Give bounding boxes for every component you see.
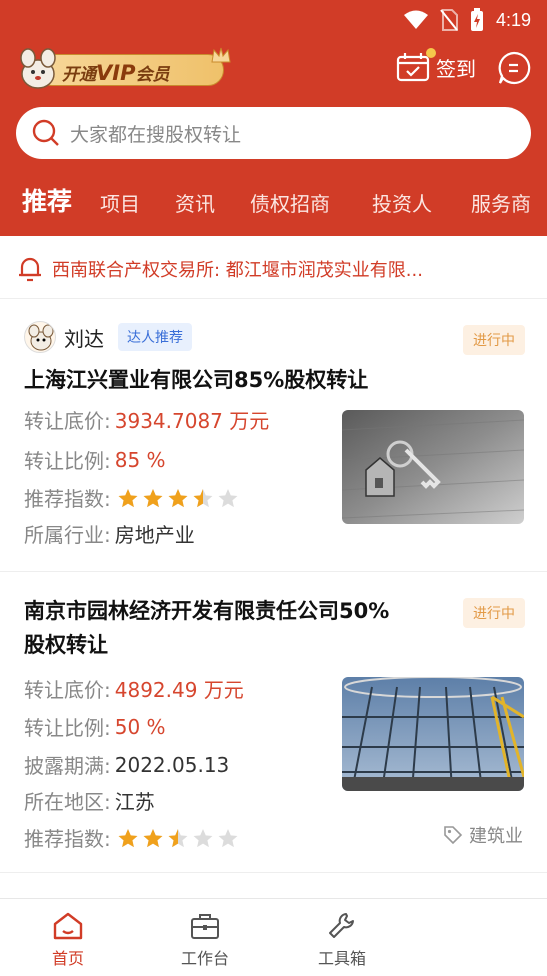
vip-prefix: 开通 — [62, 65, 96, 85]
author-name: 刘达 — [64, 326, 104, 351]
star-icon — [168, 488, 188, 507]
field-label: 所属行业: — [24, 523, 111, 547]
star-icon — [193, 828, 213, 847]
clock: 4:19 — [495, 9, 531, 30]
sign-in-label: 签到 — [436, 56, 476, 81]
wifi-icon — [403, 10, 428, 29]
field-label: 转让底价: — [24, 409, 111, 433]
listing-title-line: 南京市园林经济开发有限责任公司50% — [24, 599, 390, 623]
nav-label: 工作台 — [180, 949, 229, 968]
field-value: 4892.49 万元 — [114, 678, 244, 702]
divider — [0, 872, 547, 873]
field-value: 3934.7087 万元 — [114, 409, 270, 433]
sign-in-badge — [426, 48, 436, 58]
vip-banner[interactable]: 开通VIP会员 — [14, 46, 231, 92]
mascot-icon — [20, 48, 56, 89]
nav-home[interactable]: 首页 — [28, 911, 108, 969]
listing-thumbnail[interactable] — [342, 677, 524, 791]
field-label: 所在地区: — [24, 790, 111, 814]
author-row: 刘达 达人推荐 — [24, 321, 192, 353]
field-label: 转让底价: — [24, 678, 111, 702]
no-sim-icon — [440, 9, 458, 31]
tag-icon — [444, 826, 463, 845]
nav-workbench[interactable]: 工作台 — [165, 911, 245, 969]
avatar — [24, 321, 56, 353]
status-badge: 进行中 — [463, 598, 525, 628]
nav-label: 首页 — [51, 949, 84, 968]
notice-text: 西南联合产权交易所: 都江堰市润茂实业有限... — [52, 260, 423, 281]
search-icon — [32, 119, 59, 146]
calendar-check-icon — [396, 53, 430, 82]
field-label: 转让比例: — [24, 449, 111, 473]
star-icon — [143, 828, 163, 847]
field-label: 推荐指数: — [24, 827, 111, 851]
tab-recommend[interactable]: 推荐 — [22, 182, 72, 218]
rating-stars — [117, 828, 239, 848]
tab-debt[interactable]: 债权招商 — [250, 188, 330, 217]
field-rating: 推荐指数: — [24, 483, 239, 512]
home-icon — [53, 912, 83, 940]
tab-news[interactable]: 资讯 — [175, 188, 215, 217]
star-icon — [118, 488, 138, 507]
crown-icon — [211, 47, 231, 63]
nav-label: 工具箱 — [317, 949, 366, 968]
battery-icon — [470, 8, 483, 31]
listing-title: 上海江兴置业有限公司85%股权转让 — [24, 368, 369, 392]
field-value: 50 % — [114, 714, 166, 739]
vip-big: VIP — [96, 61, 136, 85]
field-value: 85 % — [114, 447, 166, 472]
search-placeholder: 大家都在搜股权转让 — [70, 123, 242, 146]
tab-projects[interactable]: 项目 — [100, 188, 140, 217]
vip-label: 开通VIP会员 — [62, 60, 169, 85]
notice-bar[interactable]: 西南联合产权交易所: 都江堰市润茂实业有限... — [0, 244, 547, 294]
industry-label: 建筑业 — [469, 826, 523, 847]
star-icon — [218, 488, 238, 507]
status-badge: 进行中 — [463, 325, 525, 355]
star-icon — [143, 488, 163, 507]
field-ratio: 转让比例: 85 % — [24, 445, 166, 474]
nav-toolbox[interactable]: 工具箱 — [302, 911, 382, 969]
star-icon — [218, 828, 238, 847]
industry-tag[interactable]: 建筑业 — [443, 822, 523, 848]
field-price: 转让底价: 4892.49 万元 — [24, 674, 244, 703]
briefcase-icon — [191, 914, 219, 939]
tab-service-providers[interactable]: 服务商 — [471, 188, 531, 217]
field-region: 所在地区: 江苏 — [24, 786, 155, 815]
bottom-nav: 首页 工作台 工具箱 — [0, 898, 547, 976]
field-value: 2022.05.13 — [114, 752, 230, 777]
status-bar: 4:19 — [403, 8, 531, 32]
listing-title-line: 股权转让 — [24, 633, 108, 657]
rating-stars — [117, 488, 239, 508]
star-icon — [193, 488, 213, 507]
field-ratio: 转让比例: 50 % — [24, 712, 166, 741]
field-value: 房地产业 — [114, 523, 195, 547]
listing-card[interactable]: 刘达 达人推荐 进行中 上海江兴置业有限公司85%股权转让 转让底价: 3934… — [0, 299, 547, 571]
message-icon[interactable] — [496, 50, 532, 86]
wrench-icon — [329, 913, 354, 938]
star-icon — [118, 828, 138, 847]
category-tabs: 推荐 项目 资讯 债权招商 投资人 服务商 — [0, 182, 547, 222]
field-label: 转让比例: — [24, 716, 111, 740]
sign-in-button[interactable]: 签到 — [396, 48, 476, 82]
listing-thumbnail[interactable] — [342, 410, 524, 524]
field-price: 转让底价: 3934.7087 万元 — [24, 405, 269, 434]
field-value: 江苏 — [114, 790, 155, 814]
expert-tag: 达人推荐 — [118, 323, 192, 351]
bell-icon — [19, 257, 41, 282]
field-expiry: 披露期满: 2022.05.13 — [24, 750, 229, 779]
tab-investors[interactable]: 投资人 — [372, 188, 432, 217]
listing-title: 南京市园林经济开发有限责任公司50% 股权转让 — [24, 594, 389, 662]
app-header: 4:19 开通VIP会员 签到 大家都在搜股权转让 推荐 项目 资讯 债权招商 … — [0, 0, 547, 236]
field-label: 披露期满: — [24, 754, 111, 778]
listing-card[interactable]: 进行中 南京市园林经济开发有限责任公司50% 股权转让 转让底价: 4892.4… — [0, 572, 547, 872]
search-bar[interactable]: 大家都在搜股权转让 — [16, 107, 531, 159]
star-icon — [168, 828, 188, 847]
vip-suffix: 会员 — [135, 65, 170, 85]
field-label: 推荐指数: — [24, 487, 111, 511]
field-rating: 推荐指数: — [24, 823, 239, 852]
field-industry: 所属行业: 房地产业 — [24, 519, 195, 548]
